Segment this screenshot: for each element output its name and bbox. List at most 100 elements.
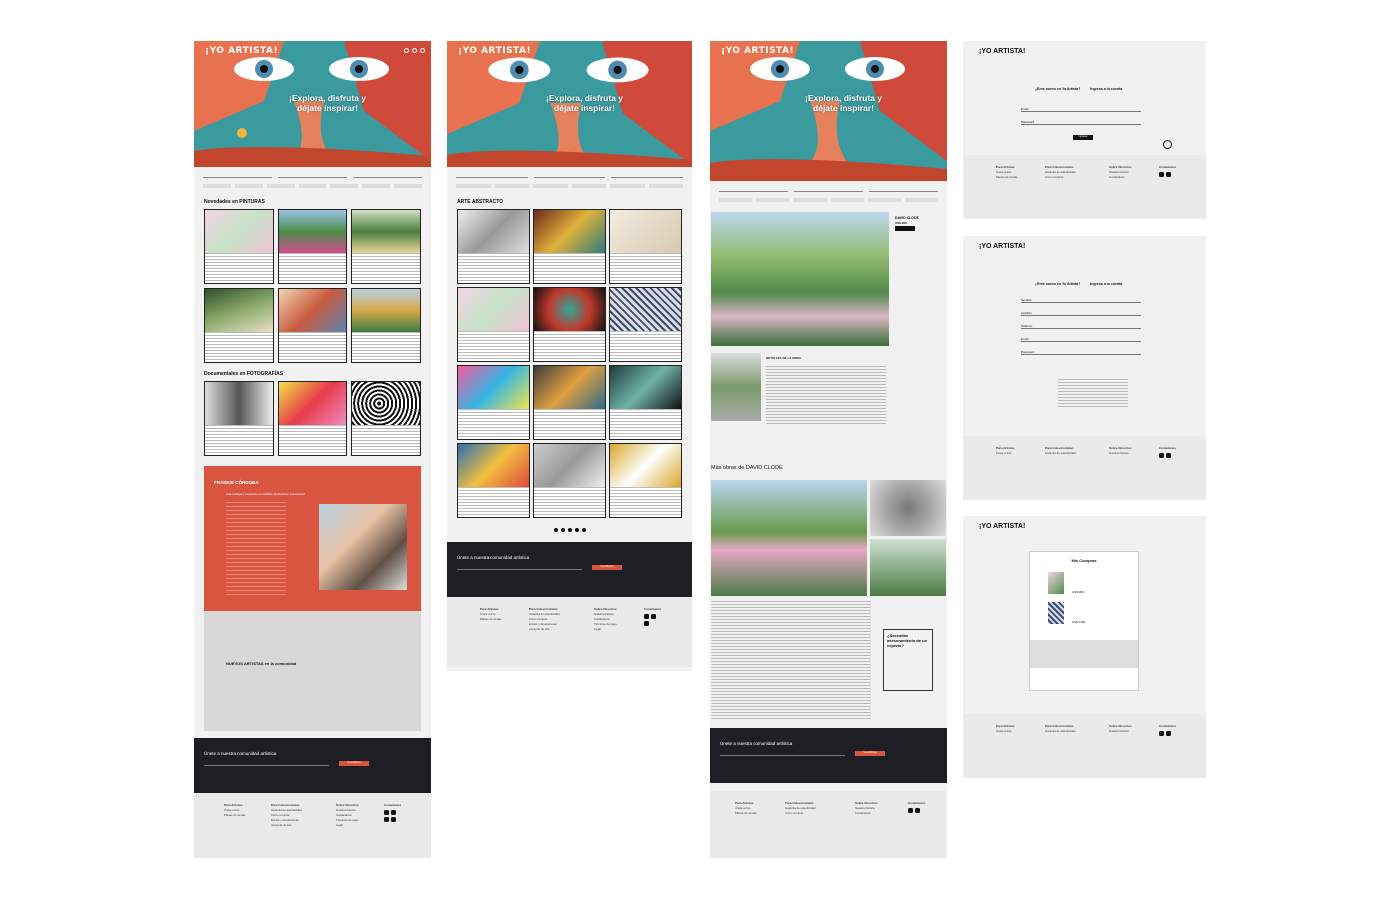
artwork-card[interactable] [277,381,348,456]
artwork-card[interactable] [609,365,682,440]
facebook-icon[interactable] [391,810,396,815]
filter-select[interactable] [533,173,606,178]
site-logo[interactable]: ¡YO ARTISTA! [979,48,1025,55]
pinterest-icon[interactable] [391,817,396,822]
artwork-card[interactable] [457,365,530,440]
category-chip[interactable] [234,184,263,188]
instagram-icon[interactable] [1159,731,1164,736]
email-field[interactable]: Email [1021,337,1141,342]
instagram-icon[interactable] [384,810,389,815]
category-chip[interactable] [830,198,864,202]
newsletter-email-input[interactable] [720,755,845,756]
facebook-icon[interactable] [1166,172,1171,177]
password-field[interactable]: Password [1021,120,1141,125]
footer-link[interactable]: Planes de ventas [735,811,756,816]
site-logo[interactable]: ¡YO ARTISTA! [979,243,1025,250]
artwork-card[interactable] [457,209,530,284]
artwork-card[interactable] [351,288,421,363]
buy-button[interactable] [895,226,915,231]
artwork-card[interactable] [457,443,530,518]
footer-link[interactable]: Garantía de autenticidad [1045,729,1076,734]
footer-link[interactable]: Planes de ventas [480,617,501,622]
cart-icon[interactable] [420,48,425,53]
phone-field[interactable]: Teléfono [1021,324,1141,329]
filter-select[interactable] [869,187,938,192]
artwork-room-preview[interactable] [711,353,761,421]
login-button[interactable]: Ingresar [1073,135,1093,140]
tab-login[interactable]: Ingresa a tu cuenta [1090,282,1122,286]
category-chip[interactable] [494,184,529,188]
email-field[interactable]: Email [1021,107,1141,112]
site-logo[interactable]: ¡YO ARTISTA! [979,523,1025,530]
filter-select[interactable] [203,173,272,178]
filter-select[interactable] [794,187,863,192]
subscribe-button[interactable]: Suscribirme [592,565,622,570]
password-field[interactable]: Password [1021,350,1141,355]
footer-link[interactable]: Cómo comprar [785,811,816,816]
artwork-card[interactable] [533,209,606,284]
more-work-image[interactable] [711,480,867,596]
category-chip[interactable] [793,198,827,202]
footer-link[interactable]: Nuestra historia [1109,729,1132,734]
page-dot[interactable] [574,528,579,532]
filter-select[interactable] [456,173,528,178]
filter-select[interactable] [719,187,788,192]
category-chip[interactable] [867,198,901,202]
page-dot[interactable] [581,528,586,532]
chat-icon[interactable] [1163,140,1172,149]
category-chip[interactable] [648,184,683,188]
subscribe-button[interactable]: Suscribirme [339,761,369,766]
artwork-card[interactable] [533,287,606,362]
facebook-icon[interactable] [915,808,920,813]
footer-link[interactable]: Legal [594,627,617,632]
tiktok-icon[interactable] [384,817,389,822]
site-logo[interactable]: ¡YO ARTISTA! [458,46,531,56]
artwork-card[interactable] [609,443,682,518]
footer-link[interactable]: Garantía de autenticidad [1045,451,1076,456]
category-chip[interactable] [330,184,359,188]
category-chip[interactable] [362,184,391,188]
footer-link[interactable]: Únete a Arte [996,451,1014,456]
expert-advice-box[interactable]: ¿Necesitas asesoramiento de un experto? [883,629,933,691]
category-chip[interactable] [456,184,491,188]
category-chip[interactable] [266,184,295,188]
search-icon[interactable] [404,48,409,53]
facebook-icon[interactable] [651,614,656,619]
artwork-card[interactable] [277,209,348,284]
instagram-icon[interactable] [644,614,649,619]
category-chip[interactable] [394,184,423,188]
site-logo[interactable]: ¡YO ARTISTA! [205,46,278,56]
artwork-card[interactable] [204,381,274,456]
page-dot[interactable] [567,528,572,532]
artwork-main-image[interactable] [711,212,889,346]
artwork-card[interactable] [351,209,421,284]
name-field[interactable]: Nombre [1021,298,1141,303]
facebook-icon[interactable] [1166,453,1171,458]
page-dot[interactable] [560,528,565,532]
category-chip[interactable] [203,184,231,188]
category-chip[interactable] [756,198,790,202]
category-chip[interactable] [298,184,327,188]
user-icon[interactable] [412,48,417,53]
artwork-card[interactable] [204,209,274,284]
artwork-card[interactable] [609,287,682,362]
filter-select[interactable] [353,173,422,178]
category-chip[interactable] [610,184,645,188]
newsletter-email-input[interactable] [204,765,329,766]
instagram-icon[interactable] [1159,172,1164,177]
footer-link[interactable]: Contáctanos [1109,175,1132,180]
footer-link[interactable]: Cómo comprar [1045,175,1076,180]
footer-link[interactable]: Planes de ventas [996,175,1017,180]
page-dot[interactable] [553,528,558,532]
filter-select[interactable] [278,173,347,178]
category-chip[interactable] [571,184,606,188]
newsletter-email-input[interactable] [457,569,582,570]
category-chip[interactable] [533,184,568,188]
instagram-icon[interactable] [908,808,913,813]
category-chip[interactable] [904,198,939,202]
footer-link[interactable]: Contáctanos [855,811,878,816]
artwork-card[interactable] [533,365,606,440]
footer-link[interactable]: Asesoría de arte [271,823,302,828]
footer-link[interactable]: Planes de ventas [224,813,245,818]
more-work-image[interactable] [870,480,946,536]
